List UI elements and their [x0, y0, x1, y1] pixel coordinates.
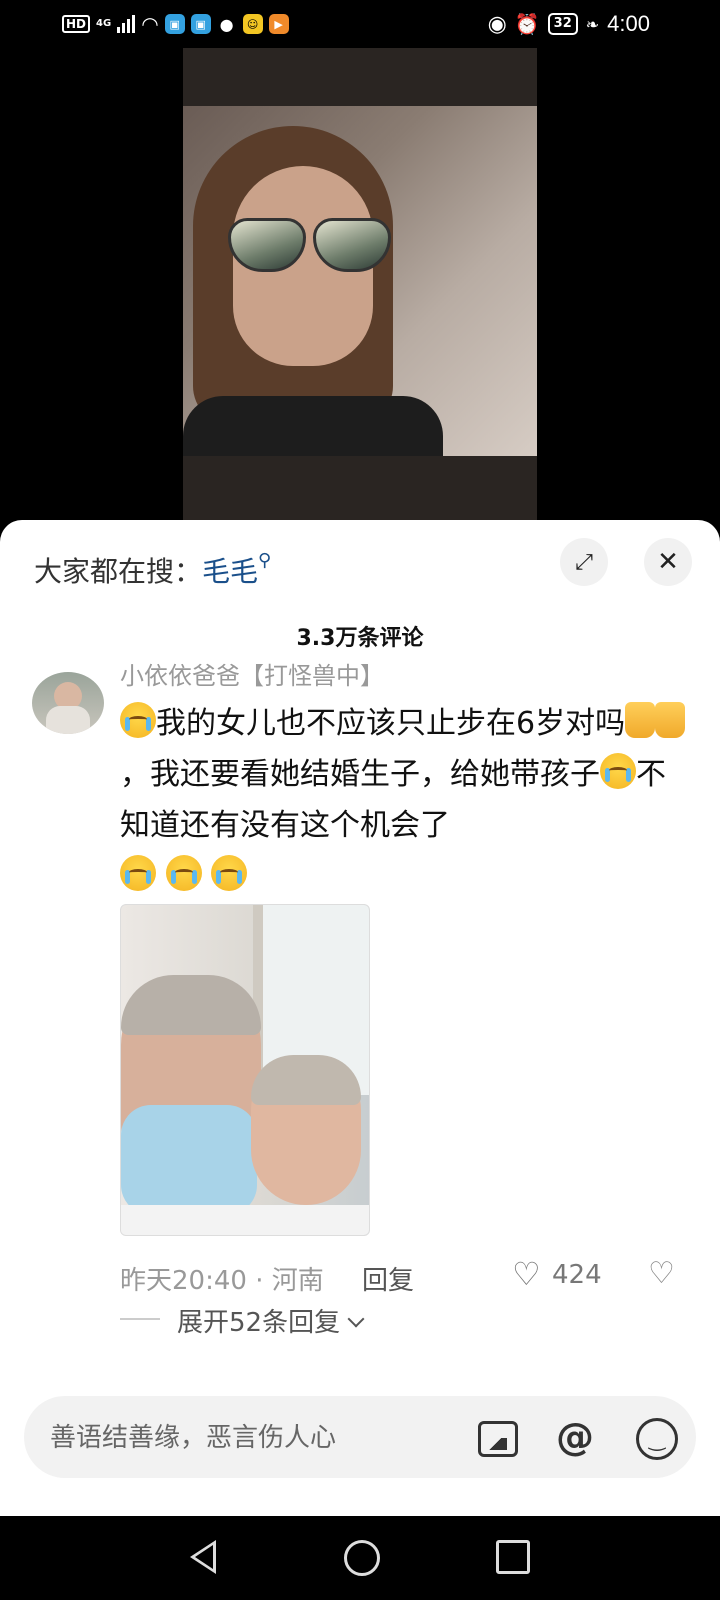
comment-username[interactable]: 小依依爸爸【打怪兽中】 — [120, 656, 384, 691]
at-mention-icon[interactable]: @ — [554, 1415, 596, 1459]
video-frame[interactable] — [183, 48, 537, 520]
trending-search-prefix: 大家都在搜： — [34, 555, 203, 588]
image-icon[interactable] — [478, 1421, 518, 1457]
broken-heart-icon[interactable]: ♡ — [648, 1258, 675, 1290]
comments-count: 3.3万条评论 — [296, 626, 424, 651]
recent-apps-icon[interactable] — [496, 1540, 530, 1574]
wechat-icon: ● — [216, 14, 237, 34]
emoji-icon[interactable]: ‿ — [636, 1418, 678, 1460]
close-icon: ✕ — [657, 547, 679, 577]
video-player[interactable] — [0, 48, 720, 520]
chevron-down-icon — [347, 1310, 365, 1328]
comment-image[interactable] — [120, 904, 370, 1236]
comment-text: 我的女儿也不应该只止步在6岁对吗，我还要看她结婚生子，给她带孩子 不知道还有没有这… — [120, 698, 690, 902]
hd-badge: HD — [62, 15, 91, 33]
heart-icon[interactable]: ♡ — [512, 1258, 541, 1290]
app-icon: ▶ — [268, 14, 289, 34]
trending-search-keyword[interactable]: 毛毛 — [202, 555, 258, 588]
avatar[interactable] — [32, 672, 104, 734]
close-button[interactable]: ✕ — [644, 538, 692, 586]
app-icon: ▣ — [164, 14, 185, 34]
comment-text-part2: ，我还要看她结婚生子，给她带孩子 — [120, 757, 600, 792]
expand-replies-label: 展开52条回复 — [177, 1308, 341, 1338]
eye-icon: ◉ — [487, 11, 507, 37]
pray-emoji-icon — [625, 702, 656, 738]
divider — [120, 1318, 160, 1320]
crying-emoji-icon — [211, 855, 248, 891]
video-person-body — [183, 396, 443, 456]
crying-emoji-icon — [165, 855, 202, 891]
status-left: HD 4G ◠ ▣ ▣ ● ☺ ▶ — [62, 10, 289, 38]
video-thumbnail — [183, 106, 537, 456]
expand-icon: ⤢ — [575, 549, 593, 575]
expand-replies-button[interactable]: 展开52条回复 — [177, 1302, 365, 1339]
wifi-icon: ◠ — [141, 12, 159, 36]
reply-button[interactable]: 回复 — [362, 1260, 414, 1297]
comment-input[interactable] — [48, 1414, 452, 1462]
crying-emoji-icon — [120, 855, 156, 891]
leaf-icon: ❧ — [585, 14, 600, 34]
back-icon[interactable] — [190, 1540, 216, 1574]
expand-button[interactable]: ⤢ — [560, 538, 608, 586]
clock: 4:00 — [607, 11, 650, 36]
crying-emoji-icon — [600, 753, 636, 789]
status-right: ◉ ⏰ 32 ❧ 4:00 — [488, 10, 650, 38]
alarm-icon: ⏰ — [514, 12, 540, 36]
app-icon: ☺ — [242, 14, 263, 34]
system-nav-bar — [0, 1516, 720, 1600]
like-count: 424 — [552, 1260, 602, 1290]
comment-sheet: 大家都在搜：毛毛⚲ ⤢ ✕ 3.3万条评论 小依依爸爸【打怪兽中】 我的女儿也不… — [0, 520, 720, 1516]
pray-emoji-icon — [655, 702, 686, 738]
app-icon: ▣ — [190, 14, 211, 34]
comment-time-location: 昨天20:40 · 河南 — [120, 1266, 324, 1296]
signal-icon — [117, 15, 136, 33]
network-type: 4G — [96, 18, 112, 29]
trending-search[interactable]: 大家都在搜：毛毛⚲ — [34, 550, 271, 590]
search-icon: ⚲ — [258, 550, 272, 571]
battery-indicator: 32 — [547, 13, 578, 35]
status-bar: HD 4G ◠ ▣ ▣ ● ☺ ▶ ◉ ⏰ 32 ❧ 4:00 — [0, 0, 720, 48]
crying-emoji-icon — [120, 702, 156, 738]
comment-text-part1: 我的女儿也不应该只止步在6岁对吗 — [156, 706, 626, 741]
comment-input-bar: @ ‿ — [24, 1396, 696, 1478]
home-icon[interactable] — [344, 1540, 380, 1576]
